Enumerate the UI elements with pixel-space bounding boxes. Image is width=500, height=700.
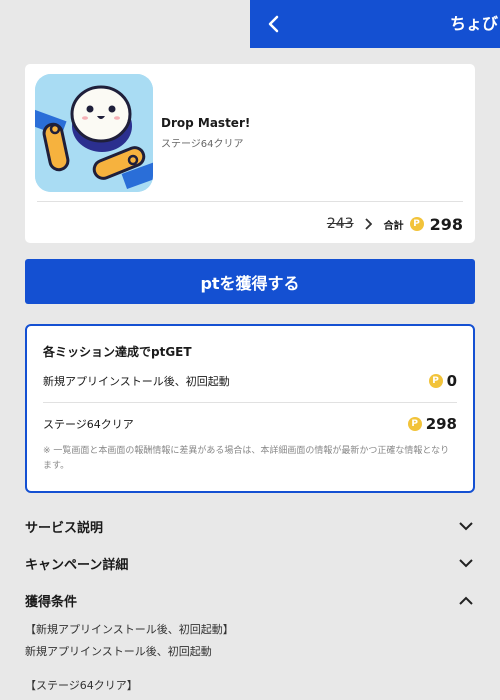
missions-note: ※ 一覧画面と本画面の報酬情報に差異がある場合は、本詳細画面の情報が最新かつ正確… xyxy=(43,446,450,471)
mission-row: ステージ64クリア P 298 xyxy=(43,413,457,435)
get-points-button[interactable]: ptを獲得する xyxy=(25,259,475,304)
condition-heading: 【ステージ64クリア】 xyxy=(25,679,138,692)
app-name: Drop Master! xyxy=(161,116,251,130)
point-coin-icon: P xyxy=(428,374,443,388)
chevron-right-icon xyxy=(364,218,372,230)
accordion-label: キャンペーン詳細 xyxy=(25,557,129,573)
mission-points: P 298 xyxy=(407,415,457,433)
chevron-up-icon xyxy=(457,591,475,609)
accordion-label: 獲得条件 xyxy=(25,594,78,610)
divider xyxy=(43,402,457,403)
missions-box: 各ミッション達成でptGET 新規アプリインストール後、初回起動 P 0 ステー… xyxy=(25,324,475,493)
point-coin-icon: P xyxy=(409,217,424,231)
header-bar: ちょび xyxy=(250,0,500,48)
page-title: ちょび xyxy=(450,14,499,33)
app-stage: ステージ64クリア xyxy=(161,139,244,150)
condition-heading: 【新規アプリインストール後、初回起動】 xyxy=(25,623,234,636)
point-coin-icon: P xyxy=(407,417,422,431)
mission-label: 新規アプリインストール後、初回起動 xyxy=(43,375,230,388)
mission-points: P 0 xyxy=(428,372,457,390)
condition-text: 新規アプリインストール後、初回起動 xyxy=(25,645,212,658)
mission-label: ステージ64クリア xyxy=(43,418,134,431)
chevron-down-icon xyxy=(457,517,475,535)
price-row: 243 合計 P 298 xyxy=(327,212,463,236)
total-label: 合計 xyxy=(383,220,404,232)
chevron-left-icon xyxy=(268,15,279,33)
mission-points-value: 0 xyxy=(446,372,457,390)
accordion-service-description[interactable]: サービス説明 xyxy=(25,514,475,538)
accordion-acquisition-conditions[interactable]: 獲得条件 xyxy=(25,588,475,612)
old-points: 243 xyxy=(326,216,354,232)
app-icon xyxy=(35,74,153,192)
total-points: 298 xyxy=(429,214,463,234)
divider xyxy=(37,201,463,202)
accordion-label: サービス説明 xyxy=(25,520,104,536)
accordion-campaign-details[interactable]: キャンペーン詳細 xyxy=(25,551,475,575)
mission-points-value: 298 xyxy=(425,415,457,433)
chevron-down-icon xyxy=(457,554,475,572)
mission-row: 新規アプリインストール後、初回起動 P 0 xyxy=(43,370,457,392)
missions-title: 各ミッション達成でptGET xyxy=(43,345,192,359)
back-button[interactable] xyxy=(262,12,286,36)
app-card: Drop Master! ステージ64クリア 243 合計 P 298 xyxy=(25,64,475,243)
